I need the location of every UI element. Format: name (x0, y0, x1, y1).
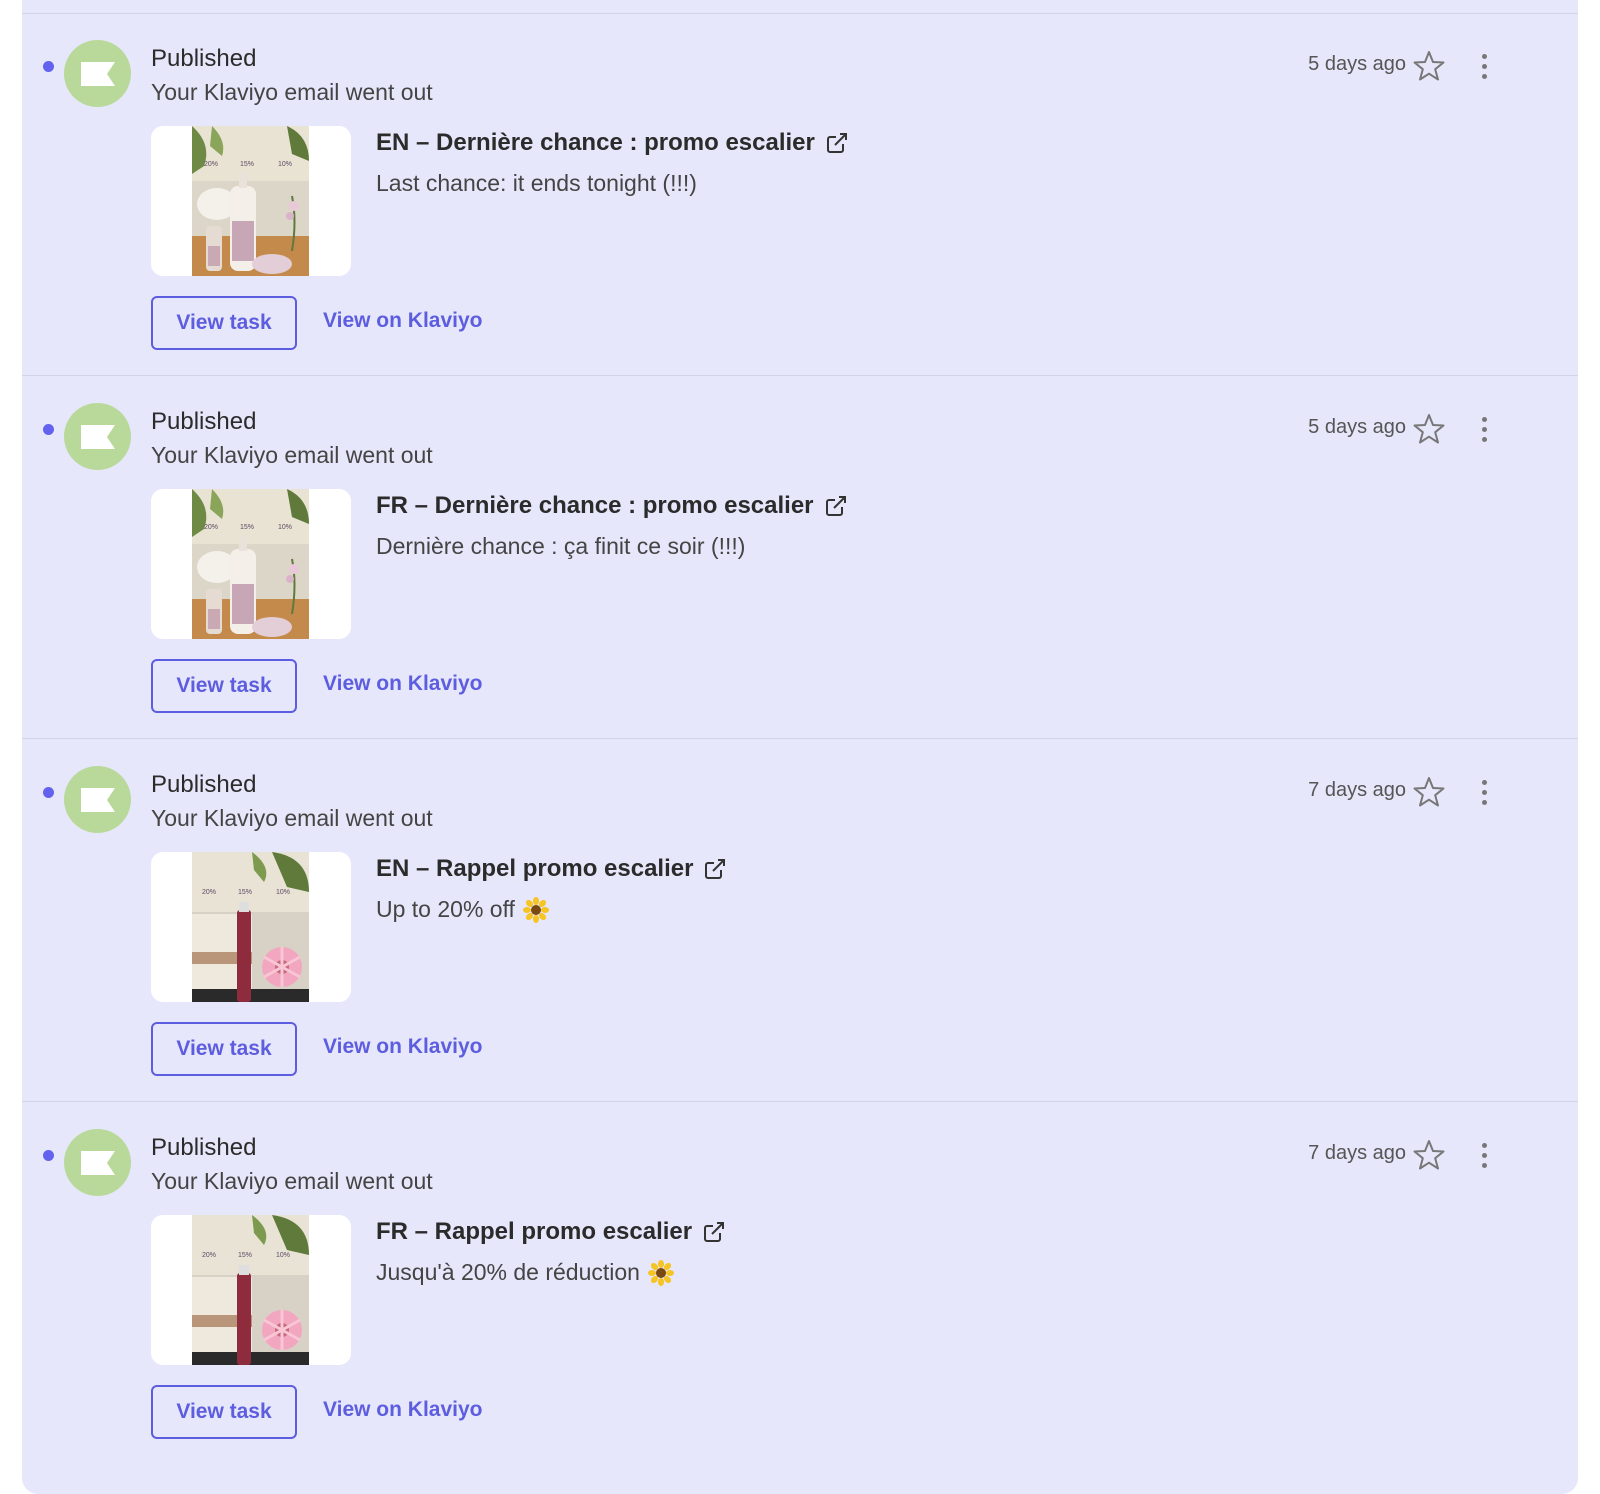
avatar (64, 403, 131, 470)
svg-text:20%: 20% (202, 1252, 216, 1259)
view-on-klaviyo-link[interactable]: View on Klaviyo (323, 1035, 483, 1059)
view-task-button[interactable]: View task (151, 296, 297, 350)
svg-text:10%: 10% (276, 1252, 290, 1259)
email-preview-text: Dernière chance : ça finit ce soir (!!!) (376, 533, 746, 559)
item-status: Published (151, 771, 257, 798)
sunflower-icon (522, 896, 549, 923)
item-timestamp: 5 days ago (1308, 53, 1406, 75)
email-title-link[interactable]: EN – Rappel promo escalier (376, 855, 727, 883)
star-button[interactable] (1412, 49, 1446, 83)
email-title: FR – Rappel promo escalier (376, 1218, 693, 1245)
unread-indicator (43, 61, 54, 72)
item-subtitle: Your Klaviyo email went out (151, 1168, 433, 1194)
view-task-button[interactable]: View task (151, 1022, 297, 1076)
avatar (64, 40, 131, 107)
flag-icon (80, 787, 115, 812)
external-link-icon (825, 496, 846, 516)
email-preview: Dernière chance : ça finit ce soir (!!!) (376, 533, 745, 560)
feed-item: Published Your Klaviyo email went out 7 … (22, 1102, 1578, 1465)
product-tube-flower-image: 20% 15% 10% (192, 852, 309, 1002)
flag-icon (80, 424, 115, 449)
unread-indicator (43, 1150, 54, 1161)
item-subtitle: Your Klaviyo email went out (151, 805, 433, 831)
more-options-button[interactable] (1474, 412, 1494, 446)
star-button[interactable] (1412, 412, 1446, 446)
item-subtitle: Your Klaviyo email went out (151, 79, 433, 105)
product-tube-flower-image: 20% 15% 10% (192, 1215, 309, 1365)
product-bottles-image: 20% 15% 10% (192, 489, 309, 639)
feed-item: Published Your Klaviyo email went out 7 … (22, 739, 1578, 1102)
svg-text:10%: 10% (278, 161, 292, 168)
svg-text:15%: 15% (238, 1252, 252, 1259)
email-preview-text: Last chance: it ends tonight (!!!) (376, 170, 697, 196)
svg-text:15%: 15% (240, 524, 254, 531)
flag-icon (80, 1150, 115, 1175)
item-status: Published (151, 408, 257, 435)
unread-indicator (43, 787, 54, 798)
email-title-link[interactable]: EN – Dernière chance : promo escalier (376, 129, 849, 157)
star-button[interactable] (1412, 1138, 1446, 1172)
email-preview-text: Jusqu'à 20% de réduction (376, 1259, 640, 1285)
item-timestamp: 5 days ago (1308, 416, 1406, 438)
svg-text:20%: 20% (204, 524, 218, 531)
unread-indicator (43, 424, 54, 435)
item-status: Published (151, 45, 257, 72)
view-task-button[interactable]: View task (151, 659, 297, 713)
flag-icon (80, 61, 115, 86)
star-icon (1413, 1140, 1445, 1170)
avatar (64, 766, 131, 833)
sunflower-icon (647, 1259, 674, 1286)
email-title-link[interactable]: FR – Rappel promo escalier (376, 1218, 726, 1246)
svg-text:15%: 15% (238, 889, 252, 896)
external-link-icon (704, 1222, 725, 1242)
item-timestamp: 7 days ago (1308, 779, 1406, 801)
item-subtitle: Your Klaviyo email went out (151, 442, 433, 468)
svg-text:10%: 10% (276, 889, 290, 896)
svg-text:10%: 10% (278, 524, 292, 531)
feed-item: Published Your Klaviyo email went out 5 … (22, 13, 1578, 376)
feed-item: Published Your Klaviyo email went out 5 … (22, 376, 1578, 739)
activity-feed: Published Your Klaviyo email went out 5 … (22, 0, 1578, 1494)
avatar (64, 1129, 131, 1196)
svg-text:20%: 20% (202, 889, 216, 896)
star-icon (1413, 414, 1445, 444)
email-title-link[interactable]: FR – Dernière chance : promo escalier (376, 492, 848, 520)
item-status: Published (151, 1134, 257, 1161)
email-thumbnail[interactable]: 20% 15% 10% (151, 1215, 351, 1365)
view-task-button[interactable]: View task (151, 1385, 297, 1439)
svg-text:20%: 20% (204, 161, 218, 168)
email-preview: Jusqu'à 20% de réduction (376, 1259, 674, 1286)
external-link-icon (705, 859, 726, 879)
email-thumbnail[interactable]: 20% 15% 10% (151, 852, 351, 1002)
more-options-button[interactable] (1474, 49, 1494, 83)
external-link-icon (826, 133, 847, 153)
item-timestamp: 7 days ago (1308, 1142, 1406, 1164)
view-on-klaviyo-link[interactable]: View on Klaviyo (323, 1398, 483, 1422)
email-preview: Last chance: it ends tonight (!!!) (376, 170, 697, 197)
email-title: EN – Rappel promo escalier (376, 855, 694, 882)
star-icon (1413, 51, 1445, 81)
email-title: EN – Dernière chance : promo escalier (376, 129, 815, 156)
svg-text:15%: 15% (240, 161, 254, 168)
more-options-button[interactable] (1474, 775, 1494, 809)
email-thumbnail[interactable]: 20% 15% 10% (151, 489, 351, 639)
view-on-klaviyo-link[interactable]: View on Klaviyo (323, 309, 483, 333)
email-thumbnail[interactable]: 20% 15% 10% (151, 126, 351, 276)
view-on-klaviyo-link[interactable]: View on Klaviyo (323, 672, 483, 696)
more-options-button[interactable] (1474, 1138, 1494, 1172)
star-icon (1413, 777, 1445, 807)
email-preview-text: Up to 20% off (376, 896, 515, 922)
email-preview: Up to 20% off (376, 896, 549, 923)
star-button[interactable] (1412, 775, 1446, 809)
product-bottles-image: 20% 15% 10% (192, 126, 309, 276)
email-title: FR – Dernière chance : promo escalier (376, 492, 814, 519)
